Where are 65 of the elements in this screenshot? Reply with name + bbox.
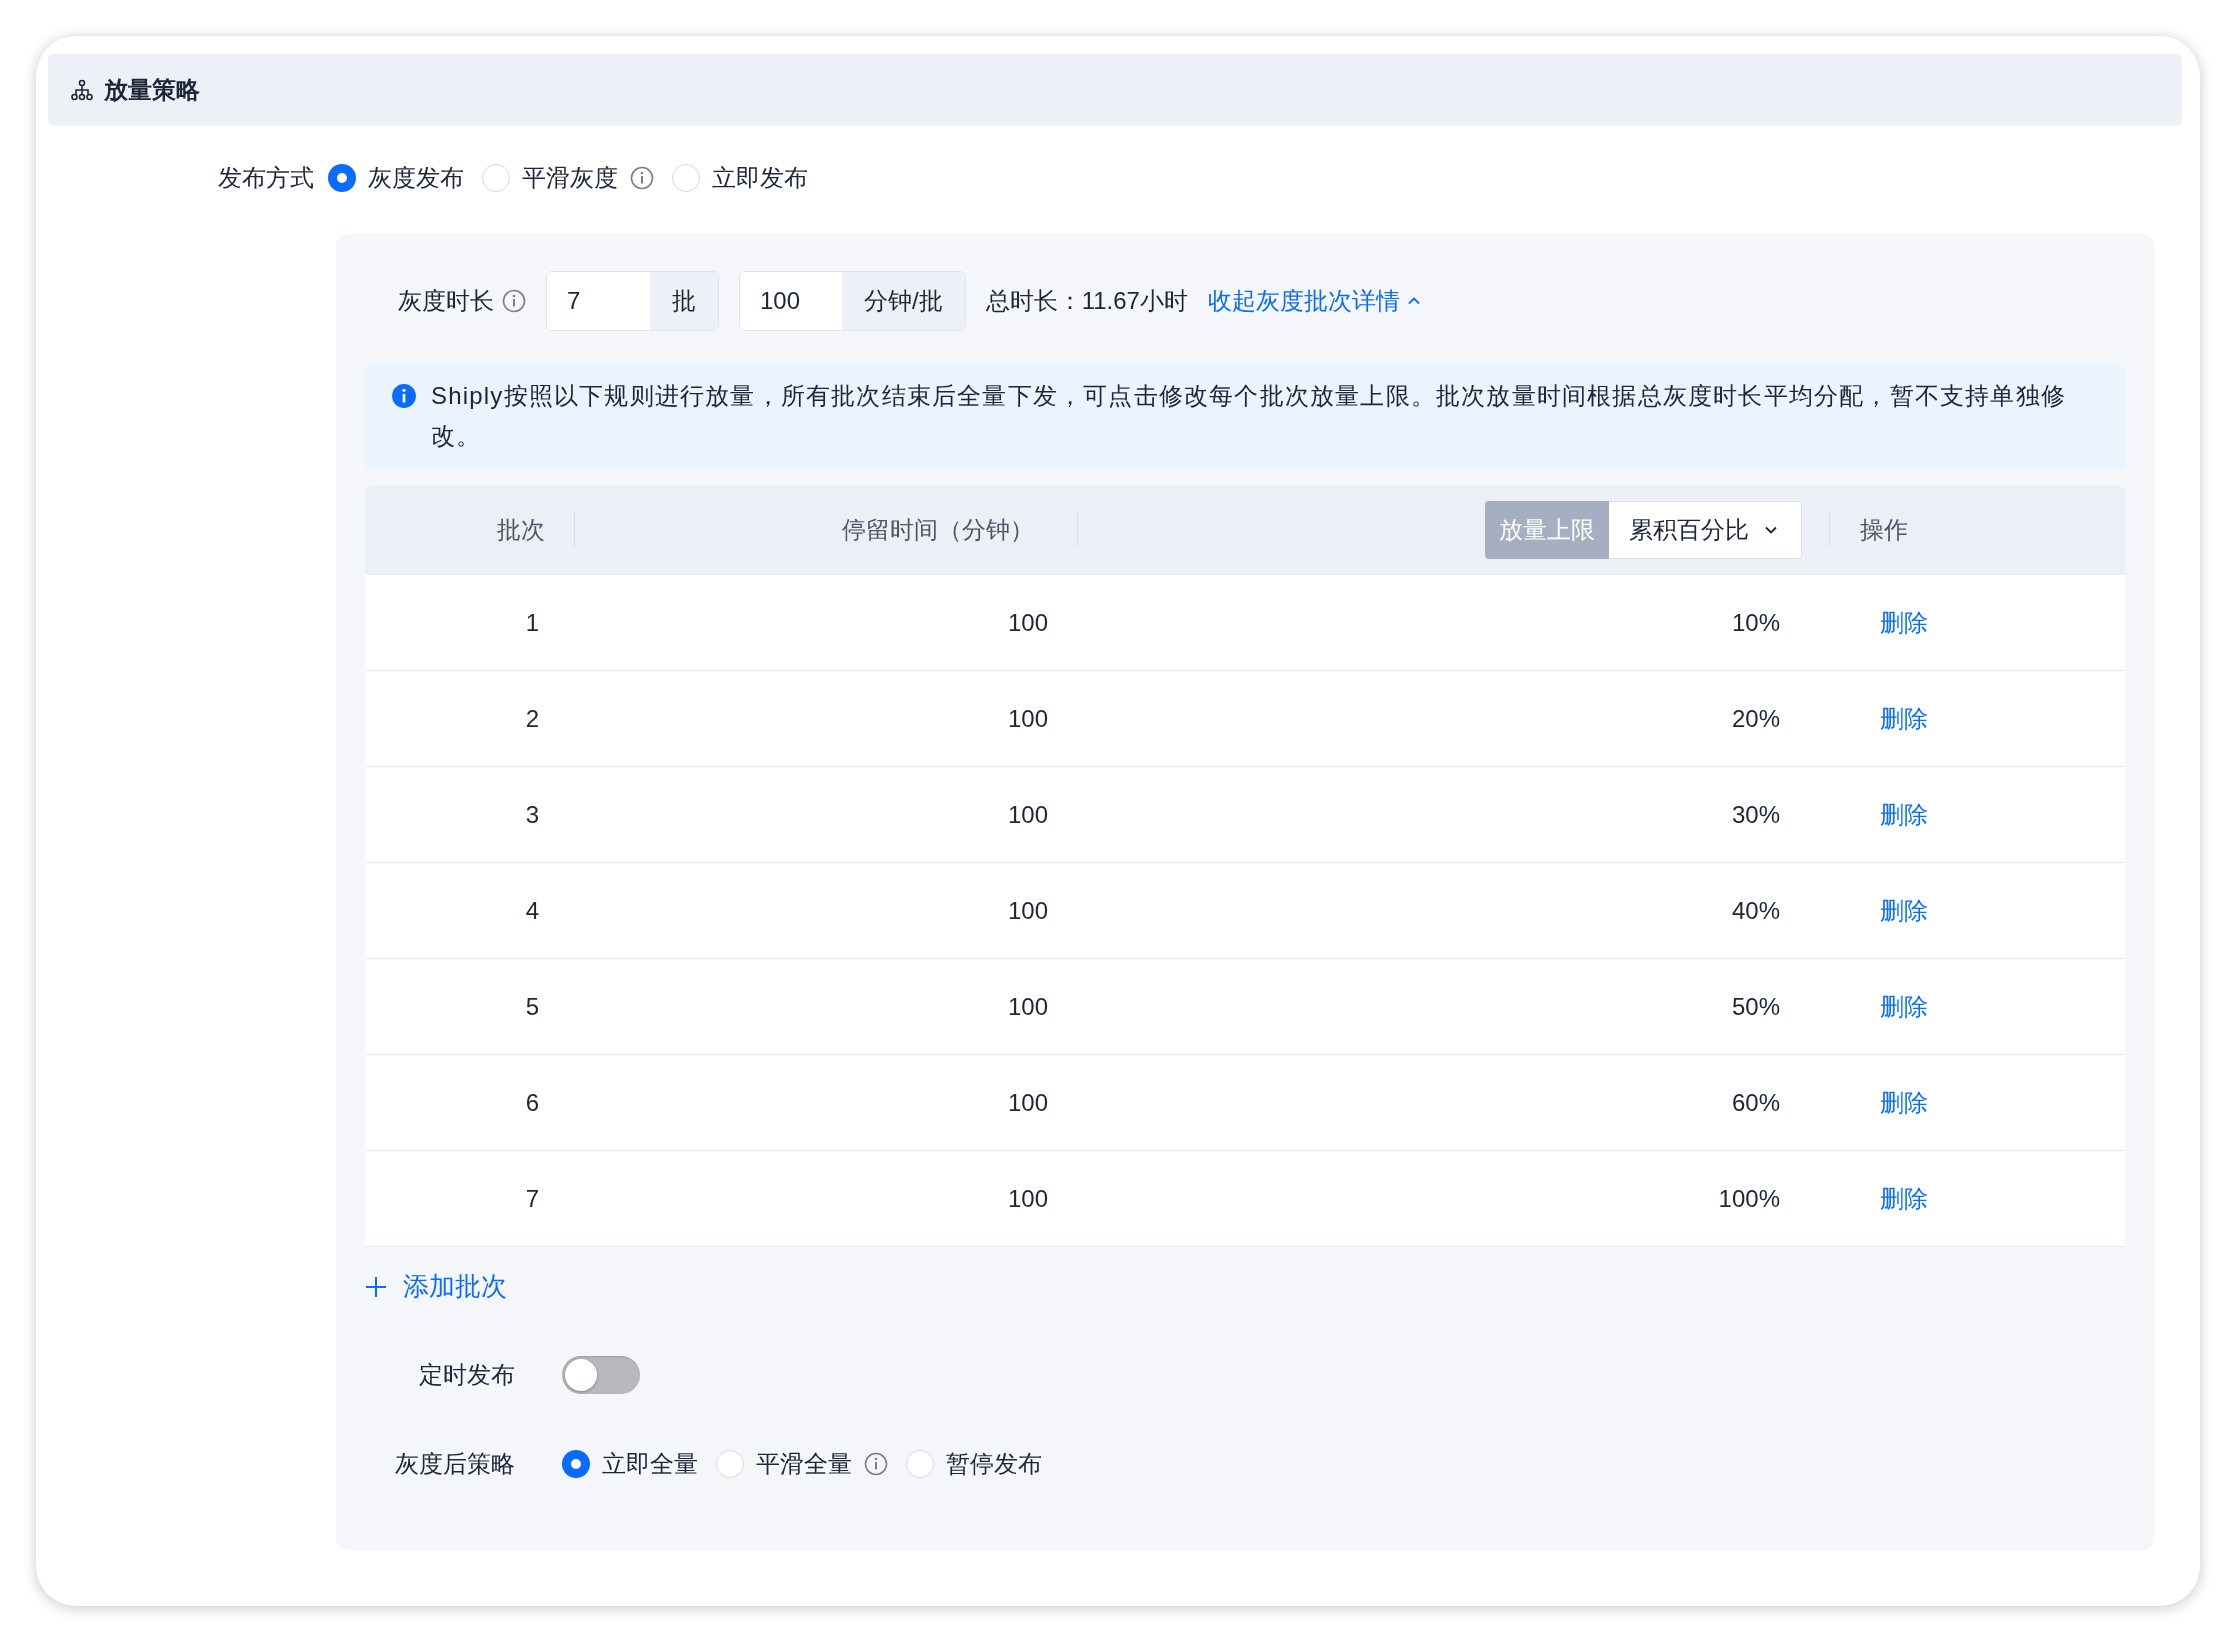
notice-text: Shiply按照以下规则进行放量，所有批次结束后全量下发，可点击修改每个批次放量上限。批次放量时间根据总灰度时长平均分配，暂不支持单独修改。 [431, 381, 2067, 451]
table-cell: 3 [525, 800, 539, 829]
unit-label: 批 [650, 272, 718, 330]
field-label: 灰度后策略 [394, 1449, 515, 1479]
delete-link[interactable]: 删除 [1880, 990, 1928, 1023]
column-header: 停留时间（分钟） [842, 515, 1034, 545]
table-cell: 40% [1731, 896, 1780, 925]
table-cell: 50% [1731, 992, 1780, 1021]
batch-minutes-input-group[interactable]: 100 分钟/批 [739, 271, 966, 331]
plus-icon [365, 1275, 387, 1298]
delete-link[interactable]: 删除 [1880, 702, 1928, 735]
table-cell: 100 [1007, 800, 1048, 829]
table-cell: 4 [525, 896, 539, 925]
table-cell: 30% [1731, 800, 1780, 829]
table-cell: 20% [1731, 704, 1780, 733]
delete-link[interactable]: 删除 [1880, 798, 1928, 831]
radio-button[interactable] [672, 164, 700, 192]
field-label: 定时发布 [418, 1360, 515, 1390]
radio-option[interactable]: 立即全量 [562, 1448, 698, 1480]
field-label: 灰度时长 [398, 286, 494, 316]
column-header: 操作 [1860, 515, 1908, 545]
table-cell: 10% [1731, 608, 1780, 637]
radio-option[interactable]: 平滑全量 [716, 1448, 888, 1480]
limit-type-select[interactable]: 累积百分比 [1609, 501, 1802, 559]
radio-option[interactable]: 暂停发布 [906, 1448, 1042, 1480]
radio-option[interactable]: 灰度发布 [328, 162, 464, 194]
table-cell: 100 [1007, 1088, 1048, 1117]
add-batch-button[interactable]: 添加批次 [365, 1269, 507, 1304]
info-icon [502, 289, 526, 313]
radio-button[interactable] [716, 1450, 744, 1478]
table-cell: 60% [1731, 1088, 1780, 1117]
info-icon [630, 166, 654, 190]
radio-button[interactable] [328, 164, 356, 192]
radio-button[interactable] [482, 164, 510, 192]
table-cell: 100 [1007, 1184, 1048, 1213]
total-duration: 总时长：11.67小时 [985, 286, 1188, 316]
delete-link[interactable]: 删除 [1880, 894, 1928, 927]
table-cell: 100 [1007, 992, 1048, 1021]
unit-label: 分钟/批 [842, 272, 965, 330]
table-cell: 100% [1718, 1184, 1780, 1213]
radio-option[interactable]: 平滑灰度 [482, 162, 654, 194]
delete-link[interactable]: 删除 [1880, 606, 1928, 639]
delete-link[interactable]: 删除 [1880, 1182, 1928, 1215]
info-icon [391, 383, 417, 409]
batch-count-input-group[interactable]: 7 批 [546, 271, 719, 331]
radio-button[interactable] [906, 1450, 934, 1478]
hierarchy-icon [70, 78, 94, 102]
column-header: 批次 [497, 515, 545, 545]
limit-tag: 放量上限 [1485, 501, 1609, 559]
schedule-toggle[interactable] [562, 1356, 640, 1394]
field-label: 发布方式 [218, 163, 314, 193]
radio-option[interactable]: 立即发布 [672, 162, 808, 194]
radio-button[interactable] [562, 1450, 590, 1478]
table-cell: 2 [525, 704, 539, 733]
table-cell: 100 [1007, 704, 1048, 733]
collapse-link[interactable]: 收起灰度批次详情 [1207, 285, 1422, 317]
table-cell: 6 [525, 1088, 539, 1117]
table-cell: 100 [1007, 608, 1048, 637]
section-title: 放量策略 [104, 75, 200, 105]
table-cell: 5 [525, 992, 539, 1021]
info-icon [864, 1452, 888, 1476]
table-cell: 1 [525, 608, 539, 637]
delete-link[interactable]: 删除 [1880, 1086, 1928, 1119]
table-cell: 7 [525, 1184, 539, 1213]
table-cell: 100 [1007, 896, 1048, 925]
